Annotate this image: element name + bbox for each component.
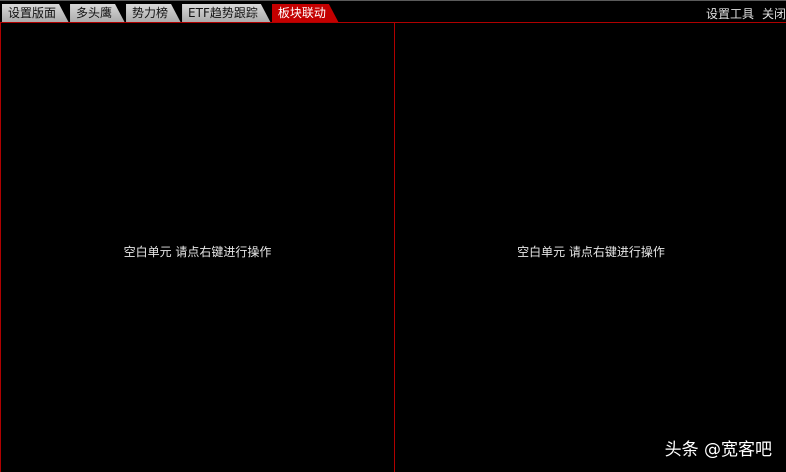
empty-pane-message: 空白单元 请点右键进行操作 [123,245,272,259]
tab-sector-linkage[interactable]: 板块联动 [272,4,339,23]
tab-bull-eagle[interactable]: 多头鹰 [70,4,125,23]
right-toolbar: 设置工具 关闭 [706,5,786,22]
tab-bar: 设置版面 多头鹰 势力榜 ETF趋势跟踪 板块联动 设置工具 关闭 [0,0,786,22]
tab-layout-settings[interactable]: 设置版面 [2,4,69,23]
settings-tools-button[interactable]: 设置工具 [706,5,754,22]
tab-power-ranking[interactable]: 势力榜 [126,4,181,23]
empty-pane-message: 空白单元 请点右键进行操作 [517,245,665,259]
empty-pane-right[interactable]: 空白单元 请点右键进行操作 [396,23,786,472]
tab-etf-trend[interactable]: ETF趋势跟踪 [182,4,271,23]
empty-pane-left[interactable]: 空白单元 请点右键进行操作 [1,23,395,472]
workspace: 空白单元 请点右键进行操作 空白单元 请点右键进行操作 [0,22,786,472]
tab-strip: 设置版面 多头鹰 势力榜 ETF趋势跟踪 板块联动 [2,3,340,23]
close-button[interactable]: 关闭 [762,5,786,22]
watermark: 头条 @宽客吧 [664,440,772,460]
